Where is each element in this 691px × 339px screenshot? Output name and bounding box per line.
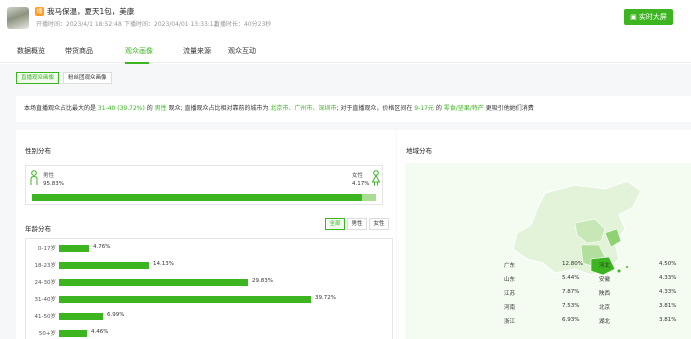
gender-ratio-bar: [32, 194, 376, 201]
region-name: 陕西: [599, 291, 611, 297]
age-bar[interactable]: [59, 279, 248, 286]
region-name: 湖北: [599, 319, 611, 325]
age-row: 50+岁 4.46%: [26, 329, 386, 337]
live-badge-icon: 播: [35, 7, 44, 16]
age-filter-male[interactable]: 男性: [347, 218, 367, 230]
region-name: 山东: [504, 277, 516, 283]
age-value: 6.99%: [107, 312, 125, 318]
region-name: 河南: [504, 305, 516, 311]
region-value: 12.80%: [562, 261, 583, 267]
summary-category: 零食/坚果/特产: [443, 105, 484, 112]
age-value: 29.83%: [252, 278, 273, 284]
region-value: 6.93%: [562, 317, 580, 323]
age-label: 41-50岁: [34, 314, 56, 320]
duration: 直播时长：40分23秒: [214, 21, 272, 28]
subtab-fan-audience[interactable]: 粉丝团观众画像: [63, 72, 112, 84]
region-name: 北京: [599, 305, 611, 311]
region-name: 广东: [504, 263, 516, 269]
region-name: 江苏: [504, 291, 516, 297]
age-label: 18-23岁: [34, 263, 56, 269]
male-value: 95.83%: [43, 181, 64, 187]
region-value: 7.53%: [562, 303, 580, 309]
live-title: 我马保温，夏天1包，美康: [47, 7, 135, 16]
region-value: 4.50%: [659, 261, 677, 267]
age-label: 24-30岁: [34, 280, 56, 286]
age-value: 39.72%: [315, 295, 336, 301]
subtab-live-audience[interactable]: 直播观众画像: [16, 72, 60, 84]
male-ratio-fill: [32, 194, 362, 201]
summary-text-1: 本场直播观众占比最大的是: [24, 105, 98, 112]
age-value: 14.13%: [153, 261, 174, 267]
page: 播 我马保温，夏天1包，美康 开播时间：2023/4/1 18:52:48 下播…: [0, 0, 691, 339]
age-filter-female[interactable]: 女性: [369, 218, 389, 230]
age-row: 24-30岁 29.83%: [26, 278, 386, 286]
start-time: 开播时间：2023/4/1 18:52:48: [36, 21, 122, 28]
gender-title: 性别分布: [25, 147, 51, 155]
end-time: 下播时间：2023/04/01 13:33:12: [124, 21, 218, 28]
age-label: 31-40岁: [34, 297, 56, 303]
male-icon: [30, 170, 38, 185]
summary-text-4: ; 对于直播观众，价格区间在: [336, 105, 415, 112]
tab-audience-interaction[interactable]: 观众互动: [228, 46, 256, 56]
female-value: 4.17%: [352, 181, 370, 187]
age-bar[interactable]: [59, 245, 89, 252]
summary-price: 9-17元: [414, 105, 434, 112]
monitor-icon: ▣: [630, 13, 639, 21]
region-value: 3.81%: [659, 303, 677, 309]
age-distribution-chart: 0-17岁 4.76% 18-23岁 14.13% 24-30岁 29.83% 31-40岁…: [25, 238, 393, 339]
region-name: 安徽: [599, 277, 611, 283]
live-header: 播 我马保温，夏天1包，美康 开播时间：2023/4/1 18:52:48 下播…: [0, 0, 691, 38]
region-value: 4.33%: [659, 289, 677, 295]
gender-age-card: 性别分布 男性 95.83% 女性 4.17% 年龄分布 全部 男性 女性 0-…: [16, 130, 396, 339]
summary-gender: 男性: [154, 105, 167, 112]
main-tabs: 数据概览 带货商品 观众画像 流量来源 观众互动: [0, 38, 691, 63]
region-name: 浙江: [504, 319, 516, 325]
realtime-big-screen-label: 实时大屏: [638, 13, 667, 21]
age-label: 50+岁: [38, 331, 56, 337]
audience-summary: 本场直播观众占比最大的是 31-40 (39.72%) 的 男性 观众; 直播观…: [16, 96, 691, 122]
region-value: 7.87%: [562, 289, 580, 295]
age-bar[interactable]: [59, 330, 87, 337]
realtime-big-screen-button[interactable]: ▣ 实时大屏: [624, 9, 673, 25]
region-title: 地域分布: [406, 147, 432, 155]
tab-audience-profile[interactable]: 观众画像: [125, 46, 153, 56]
summary-age: 31-40 (39.72%): [97, 105, 145, 112]
age-filter-all[interactable]: 全部: [325, 218, 345, 230]
age-row: 18-23岁 14.13%: [26, 261, 386, 269]
age-row: 41-50岁 6.99%: [26, 312, 386, 320]
tab-overview[interactable]: 数据概览: [17, 46, 45, 56]
age-bar[interactable]: [59, 313, 103, 320]
region-value: 3.81%: [659, 317, 677, 323]
summary-cities: 北京市、广州市、深圳市: [270, 105, 337, 112]
region-card: 地域分布 广东 12.80% 山东 5.44% 江苏 7.87% 河南 7.53% 浙江 6.93…: [397, 130, 691, 339]
male-label: 男性: [43, 173, 55, 179]
age-row: 0-17岁 4.76%: [26, 244, 386, 252]
summary-text-5: 的: [433, 105, 444, 112]
region-name: 河北: [599, 263, 611, 269]
tab-products[interactable]: 带货商品: [65, 46, 93, 56]
age-label: 0-17岁: [38, 246, 56, 252]
age-value: 4.76%: [93, 244, 111, 250]
female-label: 女性: [352, 173, 364, 179]
age-row: 31-40岁 39.72%: [26, 295, 386, 303]
summary-text-6: 更吸引他她们消费: [483, 105, 534, 112]
age-bar[interactable]: [59, 262, 149, 269]
age-title: 年龄分布: [25, 225, 51, 233]
china-map-shape: [512, 180, 642, 276]
gender-distribution: 男性 95.83% 女性 4.17%: [25, 165, 383, 205]
china-region-map[interactable]: [405, 163, 691, 339]
summary-text-3: 观众; 直播观众占比相对靠前的城市为: [166, 105, 271, 112]
age-bar[interactable]: [59, 296, 311, 303]
region-value: 5.44%: [562, 275, 580, 281]
age-value: 4.46%: [91, 329, 109, 335]
summary-text-2: 的: [144, 105, 155, 112]
tab-traffic-source[interactable]: 流量来源: [183, 46, 211, 56]
region-value: 4.33%: [659, 275, 677, 281]
streamer-avatar[interactable]: [7, 7, 29, 29]
female-icon: [371, 170, 381, 186]
